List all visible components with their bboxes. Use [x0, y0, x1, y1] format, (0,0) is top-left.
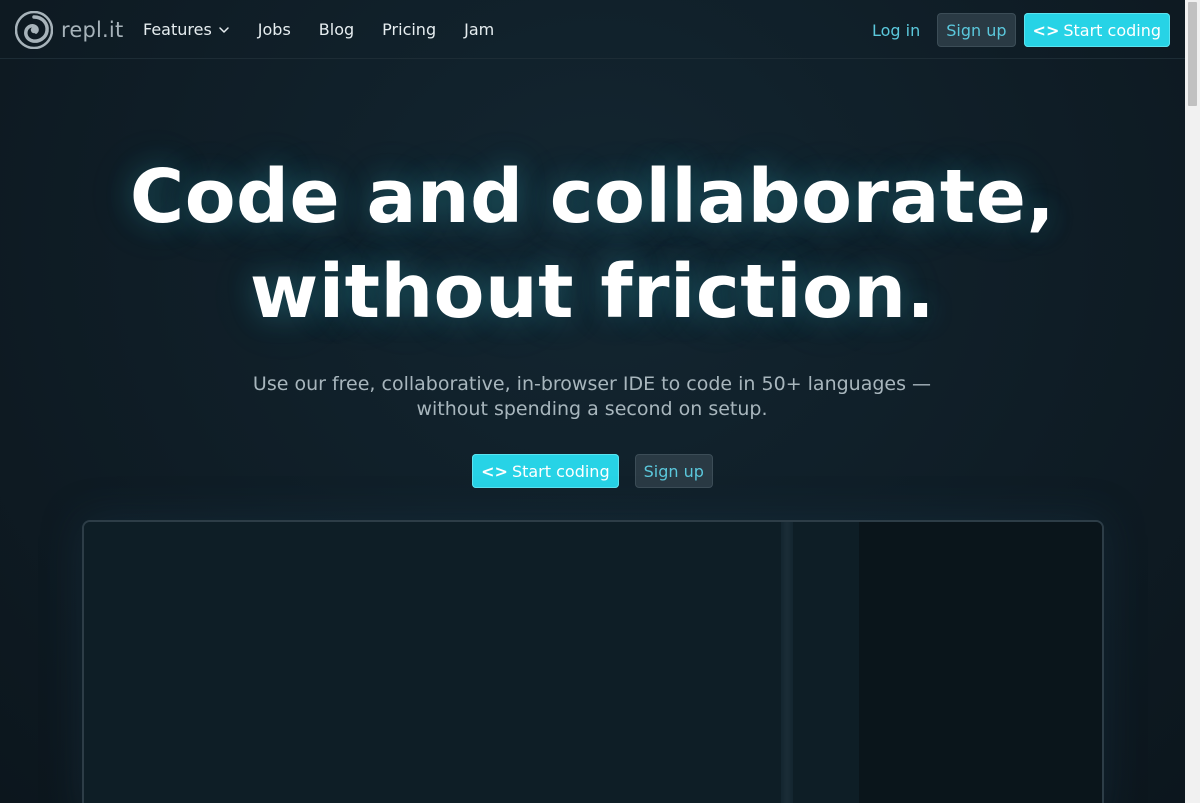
scrollbar-thumb[interactable]: [1188, 2, 1197, 106]
nav-item-pricing[interactable]: Pricing: [382, 20, 436, 39]
page-scrollbar[interactable]: [1185, 0, 1200, 803]
nav-item-label: Features: [143, 20, 212, 39]
console-pane: [859, 522, 1102, 803]
nav-item-features[interactable]: Features: [143, 20, 230, 39]
hero-cta-group: <> Start coding Sign up: [0, 454, 1185, 488]
nav-actions: Log in Sign up <> Start coding: [872, 13, 1170, 47]
nav-item-label: Pricing: [382, 20, 437, 39]
nav-item-jam[interactable]: Jam: [464, 20, 494, 39]
editor-pane: [84, 522, 781, 803]
hero-title-line-1: Code and collaborate,: [129, 154, 1056, 240]
nav-item-label: Blog: [318, 20, 355, 39]
start-coding-label: Start coding: [1063, 20, 1161, 40]
top-nav: repl.it Features Jobs Blog Pricing Jam L…: [0, 0, 1185, 59]
hero-signup-button[interactable]: Sign up: [634, 454, 713, 488]
logo[interactable]: repl.it: [15, 11, 123, 49]
hero-start-coding-button[interactable]: <> Start coding: [472, 454, 619, 488]
chevron-down-icon: [219, 26, 229, 33]
hero-title-line-2: without friction.: [249, 249, 936, 335]
start-coding-button[interactable]: <> Start coding: [1023, 13, 1170, 47]
nav-item-label: Jobs: [257, 20, 291, 39]
hero-subtitle: Use our free, collaborative, in-browser …: [252, 373, 932, 420]
signup-button-label: Sign up: [946, 20, 1007, 40]
nav-item-label: Jam: [464, 20, 495, 39]
pane-resize-handle[interactable]: [781, 522, 793, 803]
hero-signup-label: Sign up: [643, 461, 704, 481]
nav-links: Features Jobs Blog Pricing Jam: [143, 0, 522, 59]
replit-swirl-icon: [15, 11, 53, 49]
code-brackets-icon: <>: [1032, 20, 1060, 40]
ide-preview: [82, 520, 1104, 803]
page: repl.it Features Jobs Blog Pricing Jam L…: [0, 0, 1200, 803]
signup-button[interactable]: Sign up: [937, 13, 1016, 47]
code-brackets-icon: <>: [481, 461, 508, 481]
output-pane: [793, 522, 859, 803]
logo-text: repl.it: [61, 18, 124, 42]
hero-title: Code and collaborate, without friction.: [0, 150, 1185, 340]
hero-start-coding-label: Start coding: [511, 461, 610, 481]
nav-item-jobs[interactable]: Jobs: [258, 20, 291, 39]
login-link[interactable]: Log in: [872, 21, 920, 40]
nav-item-blog[interactable]: Blog: [319, 20, 354, 39]
